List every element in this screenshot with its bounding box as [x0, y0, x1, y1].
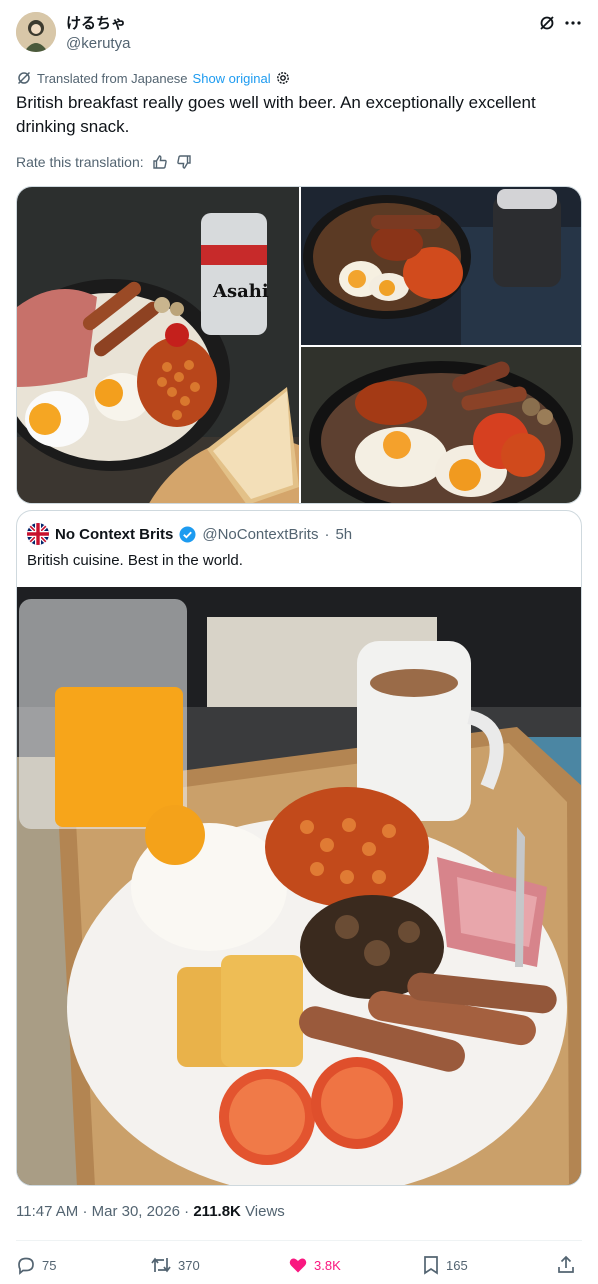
quoted-display-name: No Context Brits — [55, 525, 174, 543]
like-count: 3.8K — [314, 1257, 341, 1273]
bookmark-count: 165 — [446, 1257, 468, 1273]
union-jack-avatar[interactable] — [27, 523, 49, 545]
repost-count: 370 — [178, 1257, 200, 1273]
bookmark-button[interactable]: 165 — [422, 1250, 468, 1280]
more-options-icon[interactable] — [564, 14, 582, 32]
reply-count: 75 — [42, 1257, 57, 1273]
reply-button[interactable]: 75 — [16, 1250, 56, 1280]
tweet-date[interactable]: Mar 30, 2026 — [92, 1203, 180, 1220]
show-original-link[interactable]: Show original — [193, 71, 271, 86]
share-button[interactable] — [556, 1250, 576, 1280]
settings-gear-icon[interactable] — [276, 71, 290, 85]
divider — [16, 1240, 582, 1241]
thumbs-up-icon[interactable] — [152, 154, 168, 170]
quoted-separator: · — [324, 525, 330, 543]
tweet-text: British breakfast really goes well with … — [16, 93, 536, 136]
photo-breakfast-pan-with-beer[interactable]: Asahi — [17, 187, 365, 503]
translation-label: Translated from Japanese — [37, 70, 188, 86]
photo-full-english-tray[interactable] — [17, 587, 581, 1185]
quoted-handle: @NoContextBrits — [202, 525, 319, 543]
rate-label: Rate this translation: — [16, 154, 144, 170]
views-label: Views — [245, 1203, 285, 1220]
tweet-time[interactable]: 11:47 AM — [16, 1203, 78, 1220]
translate-icon — [17, 71, 31, 85]
tweet-header: けるちゃ @kerutya — [16, 12, 582, 56]
rate-translation: Rate this translation: — [16, 152, 192, 172]
grok-icon[interactable] — [538, 14, 556, 32]
tweet-meta: 11:47 AM · Mar 30, 2026 · 211.8K Views — [16, 1203, 285, 1220]
translation-notice: Translated from Japanese Show original — [16, 69, 290, 87]
reply-icon — [18, 1257, 34, 1275]
svg-text:Asahi: Asahi — [212, 281, 269, 302]
photo-pan-on-grill[interactable] — [301, 187, 581, 345]
share-icon — [558, 1255, 574, 1273]
media-grid: Asahi — [16, 186, 582, 504]
meta-separator: · — [82, 1203, 88, 1220]
like-button[interactable]: 3.8K — [288, 1250, 341, 1280]
heart-icon — [289, 1258, 307, 1273]
quoted-tweet[interactable]: No Context Brits @NoContextBrits · 5h Br… — [16, 510, 582, 1186]
quoted-time: 5h — [335, 525, 353, 543]
quoted-tweet-header: No Context Brits @NoContextBrits · 5h — [27, 523, 352, 545]
avatar[interactable] — [16, 12, 56, 52]
verified-badge-icon — [179, 526, 196, 542]
display-name[interactable]: けるちゃ — [66, 14, 130, 34]
thumbs-down-icon[interactable] — [176, 154, 192, 170]
quoted-text: British cuisine. Best in the world. — [27, 552, 243, 569]
meta-separator: · — [184, 1203, 190, 1220]
views-count: 211.8K — [193, 1203, 241, 1220]
photo-pan-closeup[interactable] — [301, 347, 581, 503]
repost-button[interactable]: 370 — [150, 1250, 200, 1280]
repost-icon — [151, 1257, 171, 1273]
author-names: けるちゃ @kerutya — [66, 14, 130, 54]
action-bar: 75 370 3.8K 165 — [16, 1250, 582, 1280]
handle[interactable]: @kerutya — [66, 34, 130, 54]
bookmark-icon — [424, 1256, 438, 1275]
